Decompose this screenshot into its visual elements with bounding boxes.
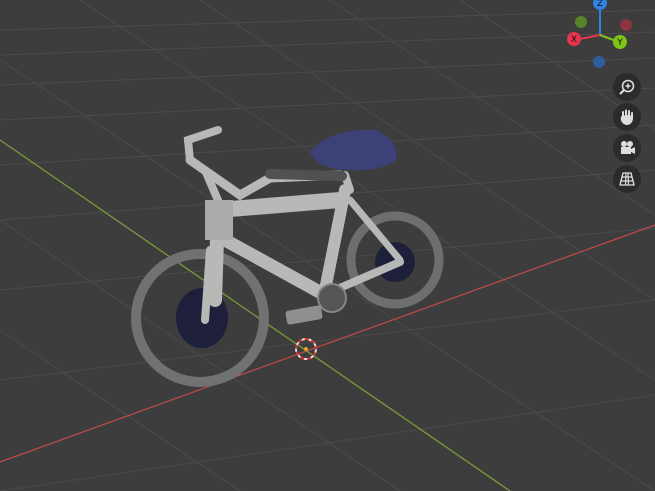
zoom-button[interactable] bbox=[613, 73, 641, 101]
y-axis-line bbox=[0, 139, 511, 491]
camera-icon bbox=[621, 141, 635, 154]
grid-perspective-icon bbox=[619, 172, 635, 186]
neg-z-axis-handle[interactable] bbox=[593, 56, 605, 68]
perspective-toggle-button[interactable] bbox=[613, 165, 641, 193]
z-axis-label: Z bbox=[597, 0, 603, 9]
bicycle-model[interactable] bbox=[131, 126, 444, 387]
x-axis-label: X bbox=[571, 35, 577, 45]
zoom-icon bbox=[619, 79, 635, 95]
3d-viewport[interactable]: Z X Y bbox=[0, 0, 655, 491]
navigation-gizmo[interactable]: Z X Y bbox=[567, 0, 632, 68]
neg-y-axis-handle[interactable] bbox=[575, 16, 587, 28]
neg-x-axis-handle[interactable] bbox=[620, 19, 632, 31]
camera-view-button[interactable] bbox=[613, 134, 641, 162]
hand-pan-icon bbox=[620, 109, 633, 126]
pan-button[interactable] bbox=[613, 103, 641, 131]
floor-grid bbox=[0, 0, 655, 491]
y-axis-label: Y bbox=[616, 38, 623, 48]
